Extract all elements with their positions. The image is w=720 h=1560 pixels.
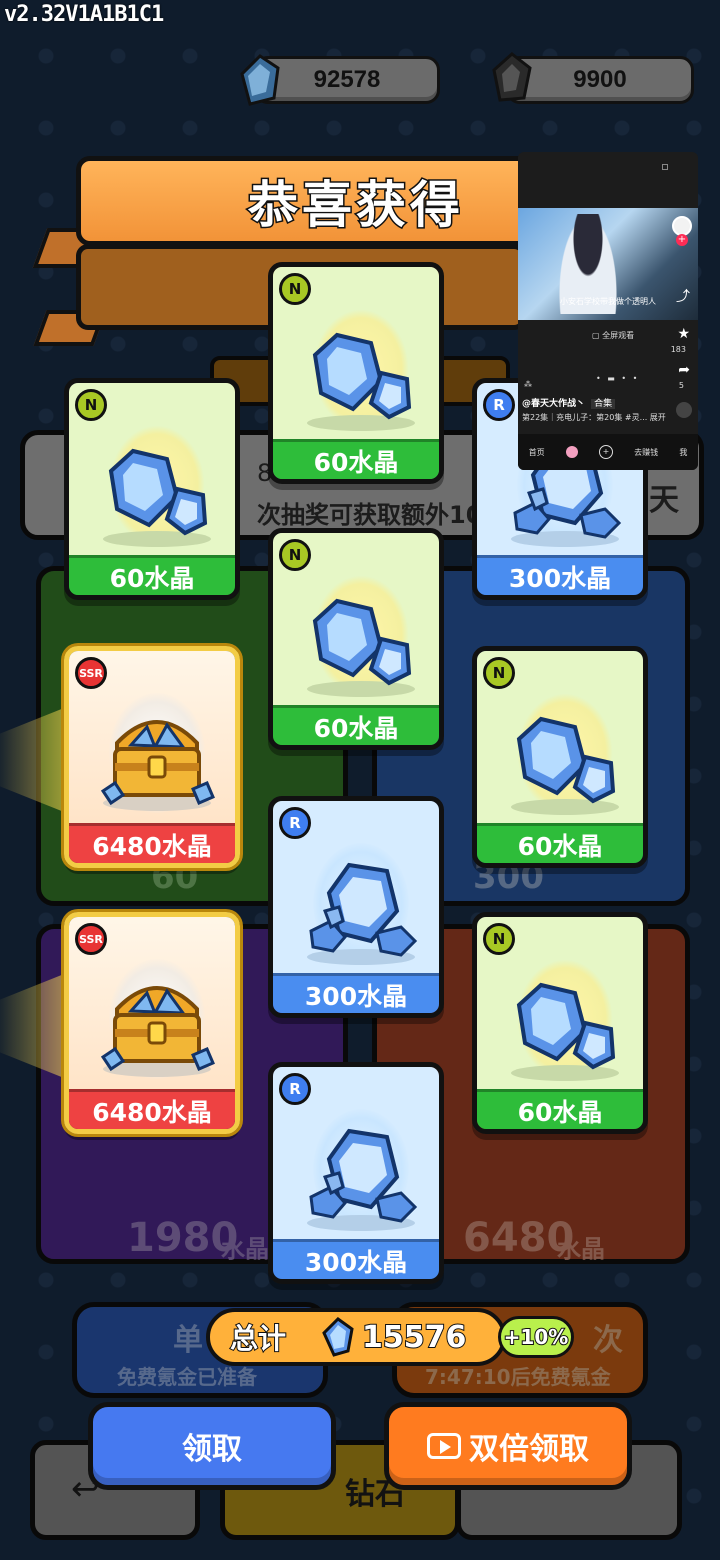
reward-label: 300水晶 [273, 973, 439, 1013]
rarity-badge: N [75, 389, 107, 421]
version-label: v2.32V1A1B1C1 [4, 2, 164, 27]
total-bar: 总计 15576 [206, 1308, 506, 1366]
video-author-name: @春天大作战丶 [522, 399, 586, 409]
dark-crystal-count: 9900 [506, 56, 694, 104]
reward-card[interactable]: R 300水晶 [268, 1062, 444, 1284]
share-count: 5 [678, 381, 684, 390]
floating-video-window[interactable]: + ⤴ 小安石学校带我做个透明人 ▢ 全屏观看 ★ 183 ➦ 5 ⁂ • ▬ … [518, 152, 698, 470]
nav-home[interactable]: 首页 [529, 447, 545, 458]
like-count: 183 [670, 345, 686, 354]
reward-card[interactable]: N 60水晶 [472, 912, 648, 1134]
total-value: 15576 [361, 1319, 467, 1356]
total-label: 总计 [229, 1321, 287, 1356]
video-thumbnail[interactable]: + ⤴ 小安石学校带我做个透明人 [518, 208, 698, 320]
follow-plus-icon[interactable]: + [676, 234, 688, 246]
fullscreen-label: 全屏观看 [602, 331, 635, 340]
video-caption: 小安石学校带我做个透明人 [560, 297, 656, 306]
rarity-badge: R [483, 389, 515, 421]
double-claim-label: 双倍领取 [469, 1432, 589, 1467]
dark-crystal-icon [492, 52, 532, 102]
reward-card[interactable]: N 60水晶 [268, 528, 444, 750]
reward-label: 6480水晶 [69, 1089, 235, 1129]
nav-friends-avatar[interactable] [565, 446, 578, 458]
reward-label: 300水晶 [273, 1239, 439, 1279]
claim-button-label: 领取 [182, 1432, 242, 1467]
rarity-badge: N [279, 273, 311, 305]
reward-label: 6480水晶 [69, 823, 235, 863]
reward-label: 300水晶 [477, 555, 643, 595]
nav-earn[interactable]: 去赚钱 [634, 447, 658, 458]
video-author[interactable]: @春天大作战丶 合集 [522, 396, 616, 409]
treasure-chest-icon [100, 986, 215, 1077]
bonus-badge: +10% [498, 1316, 574, 1358]
collection-tag[interactable]: 合集 [591, 399, 616, 409]
crystal-small-icon [511, 982, 619, 1081]
author-avatar[interactable] [672, 216, 692, 236]
video-description[interactable]: 第22集｜充电儿子：第20集 #灵... 展开 [522, 412, 666, 423]
rarity-badge: R [279, 1073, 311, 1105]
reward-card[interactable]: N 60水晶 [268, 262, 444, 484]
video-play-icon [427, 1433, 461, 1459]
reward-card[interactable]: N 60水晶 [64, 378, 240, 600]
reward-card[interactable]: N 60水晶 [472, 646, 648, 868]
reward-label: 60水晶 [273, 439, 439, 479]
reward-card[interactable]: R 300水晶 [268, 796, 444, 1018]
rarity-badge: N [483, 923, 515, 955]
crystal-small-icon [307, 598, 415, 697]
crystal-small-icon [511, 716, 619, 815]
crystal-icon [322, 1317, 354, 1357]
reward-label: 60水晶 [477, 823, 643, 863]
reward-label: 60水晶 [477, 1089, 643, 1129]
rarity-badge: R [279, 807, 311, 839]
page-indicator: • ▬ • • [596, 374, 640, 383]
double-claim-button[interactable]: 双倍领取 [384, 1402, 632, 1490]
video-bottom-nav: 首页 + 去赚钱 我 [518, 434, 698, 470]
reward-label: 60水晶 [69, 555, 235, 595]
music-disc-icon[interactable] [676, 402, 692, 418]
reward-label: 60水晶 [273, 705, 439, 745]
video-dots-icon: ⁂ [524, 380, 532, 389]
forward-icon[interactable]: ➦ [678, 362, 690, 378]
like-icon[interactable]: ★ [677, 326, 690, 342]
video-menu-icon[interactable] [662, 164, 668, 170]
rarity-badge: N [483, 657, 515, 689]
crystal-icon [240, 54, 280, 106]
nav-create-plus-icon[interactable]: + [598, 445, 613, 459]
rarity-badge: N [279, 539, 311, 571]
claim-button[interactable]: 领取 [88, 1402, 336, 1490]
crystal-small-icon [103, 448, 211, 547]
crystal-small-icon [307, 332, 415, 431]
reward-card[interactable]: SSR 6480水晶 [64, 646, 240, 868]
resource-crystal: 92578 [238, 54, 440, 106]
rarity-badge: SSR [75, 657, 107, 689]
crystal-pile-icon [307, 1128, 418, 1231]
treasure-chest-icon [100, 720, 215, 811]
nav-me[interactable]: 我 [679, 447, 687, 458]
reward-card[interactable]: SSR 6480水晶 [64, 912, 240, 1134]
rarity-badge: SSR [75, 923, 107, 955]
crystal-pile-icon [307, 862, 418, 965]
fullscreen-icon: ▢ [592, 331, 603, 340]
fullscreen-button[interactable]: ▢ 全屏观看 [592, 330, 634, 341]
resource-dark-crystal: 9900 [490, 52, 694, 104]
